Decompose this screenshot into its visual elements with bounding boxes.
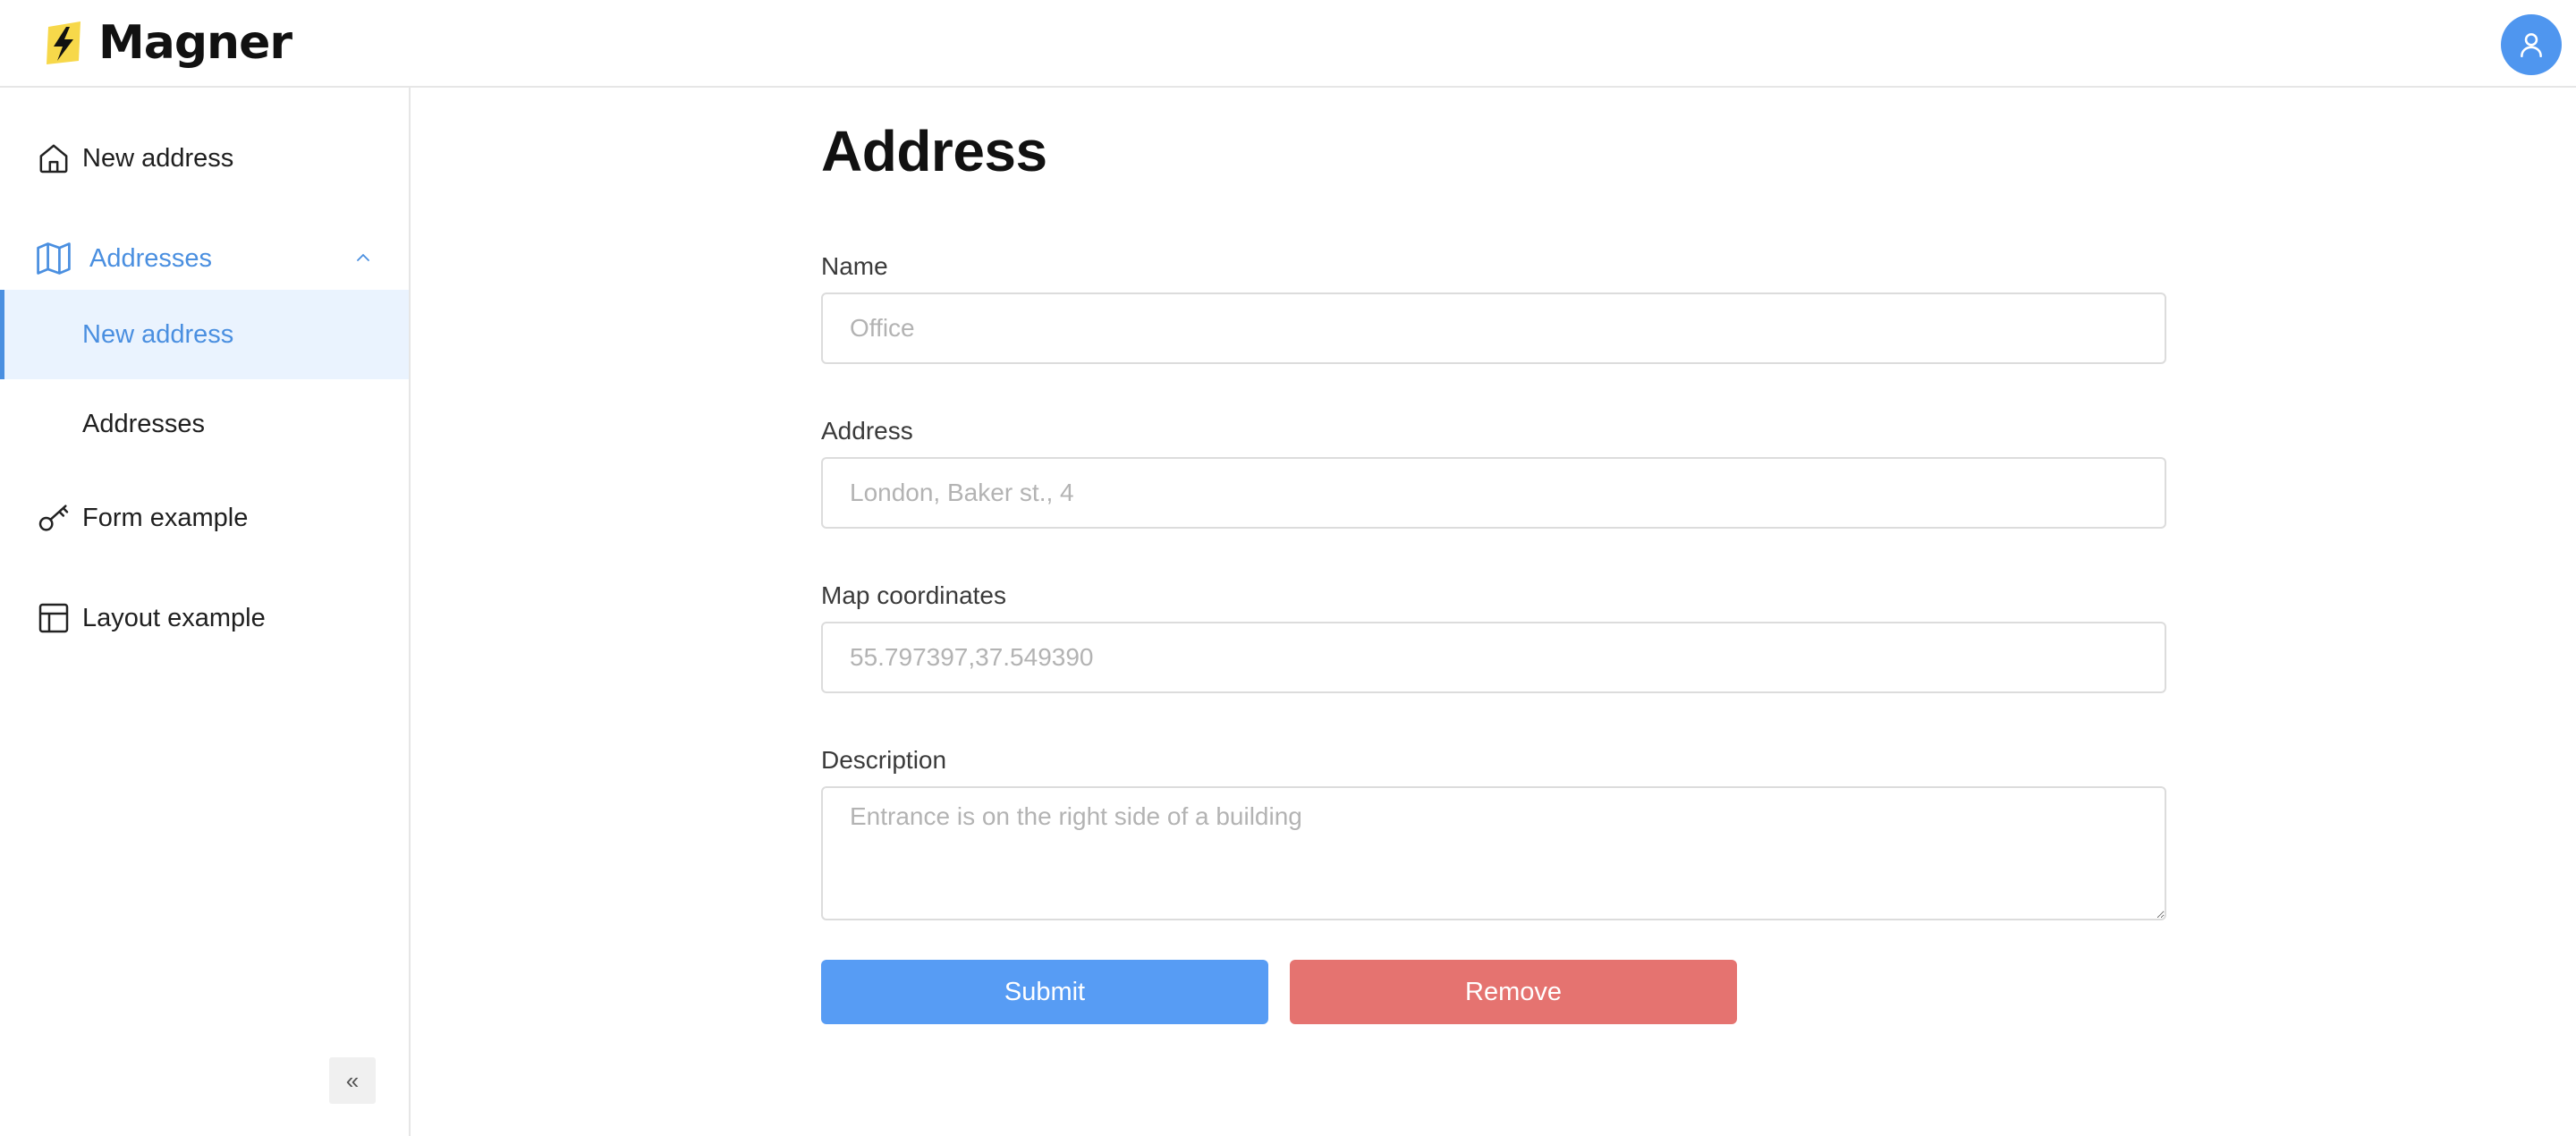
chevron-up-icon: [357, 253, 369, 261]
map-icon: [34, 239, 73, 278]
map-coordinates-input[interactable]: [821, 622, 2166, 693]
sidebar-subitem-label: New address: [82, 319, 234, 349]
key-icon: [34, 498, 73, 538]
remove-button[interactable]: Remove: [1290, 960, 1737, 1024]
app-title: Magner: [98, 16, 292, 70]
sidebar-item-label: New address: [82, 143, 234, 173]
description-textarea[interactable]: [821, 786, 2166, 920]
description-label: Description: [821, 746, 947, 774]
app-logo[interactable]: Magner: [43, 16, 292, 70]
name-label: Name: [821, 252, 888, 280]
sidebar-collapse-button[interactable]: «: [329, 1057, 376, 1104]
sidebar-item-label: Addresses: [89, 243, 213, 273]
page-title: Address: [821, 119, 1047, 183]
sidebar-item-label: Layout example: [82, 603, 266, 632]
submit-button[interactable]: Submit: [821, 960, 1268, 1024]
top-header: Magner: [0, 0, 2576, 88]
sidebar-subitem-addresses[interactable]: Addresses: [0, 379, 409, 469]
name-input[interactable]: [821, 292, 2166, 364]
user-avatar-button[interactable]: [2501, 14, 2562, 75]
sidebar-item-new-address[interactable]: New address: [0, 118, 409, 199]
address-input[interactable]: [821, 457, 2166, 529]
user-icon: [2521, 33, 2542, 58]
lightning-logo-icon: [47, 21, 80, 64]
sidebar-nav: New address Addresses New address Addres…: [0, 88, 411, 1136]
sidebar-group-addresses[interactable]: Addresses: [0, 218, 409, 299]
address-label: Address: [821, 417, 913, 445]
map-coordinates-label: Map coordinates: [821, 581, 1007, 609]
layout-icon: [34, 598, 73, 638]
sidebar-item-form-example[interactable]: Form example: [0, 479, 409, 556]
sidebar-subitem-label: Addresses: [82, 409, 206, 438]
home-icon: [34, 139, 73, 178]
sidebar-subitem-new-address[interactable]: New address: [0, 290, 409, 379]
sidebar-item-layout-example[interactable]: Layout example: [0, 580, 409, 657]
sidebar-item-label: Form example: [82, 503, 249, 532]
